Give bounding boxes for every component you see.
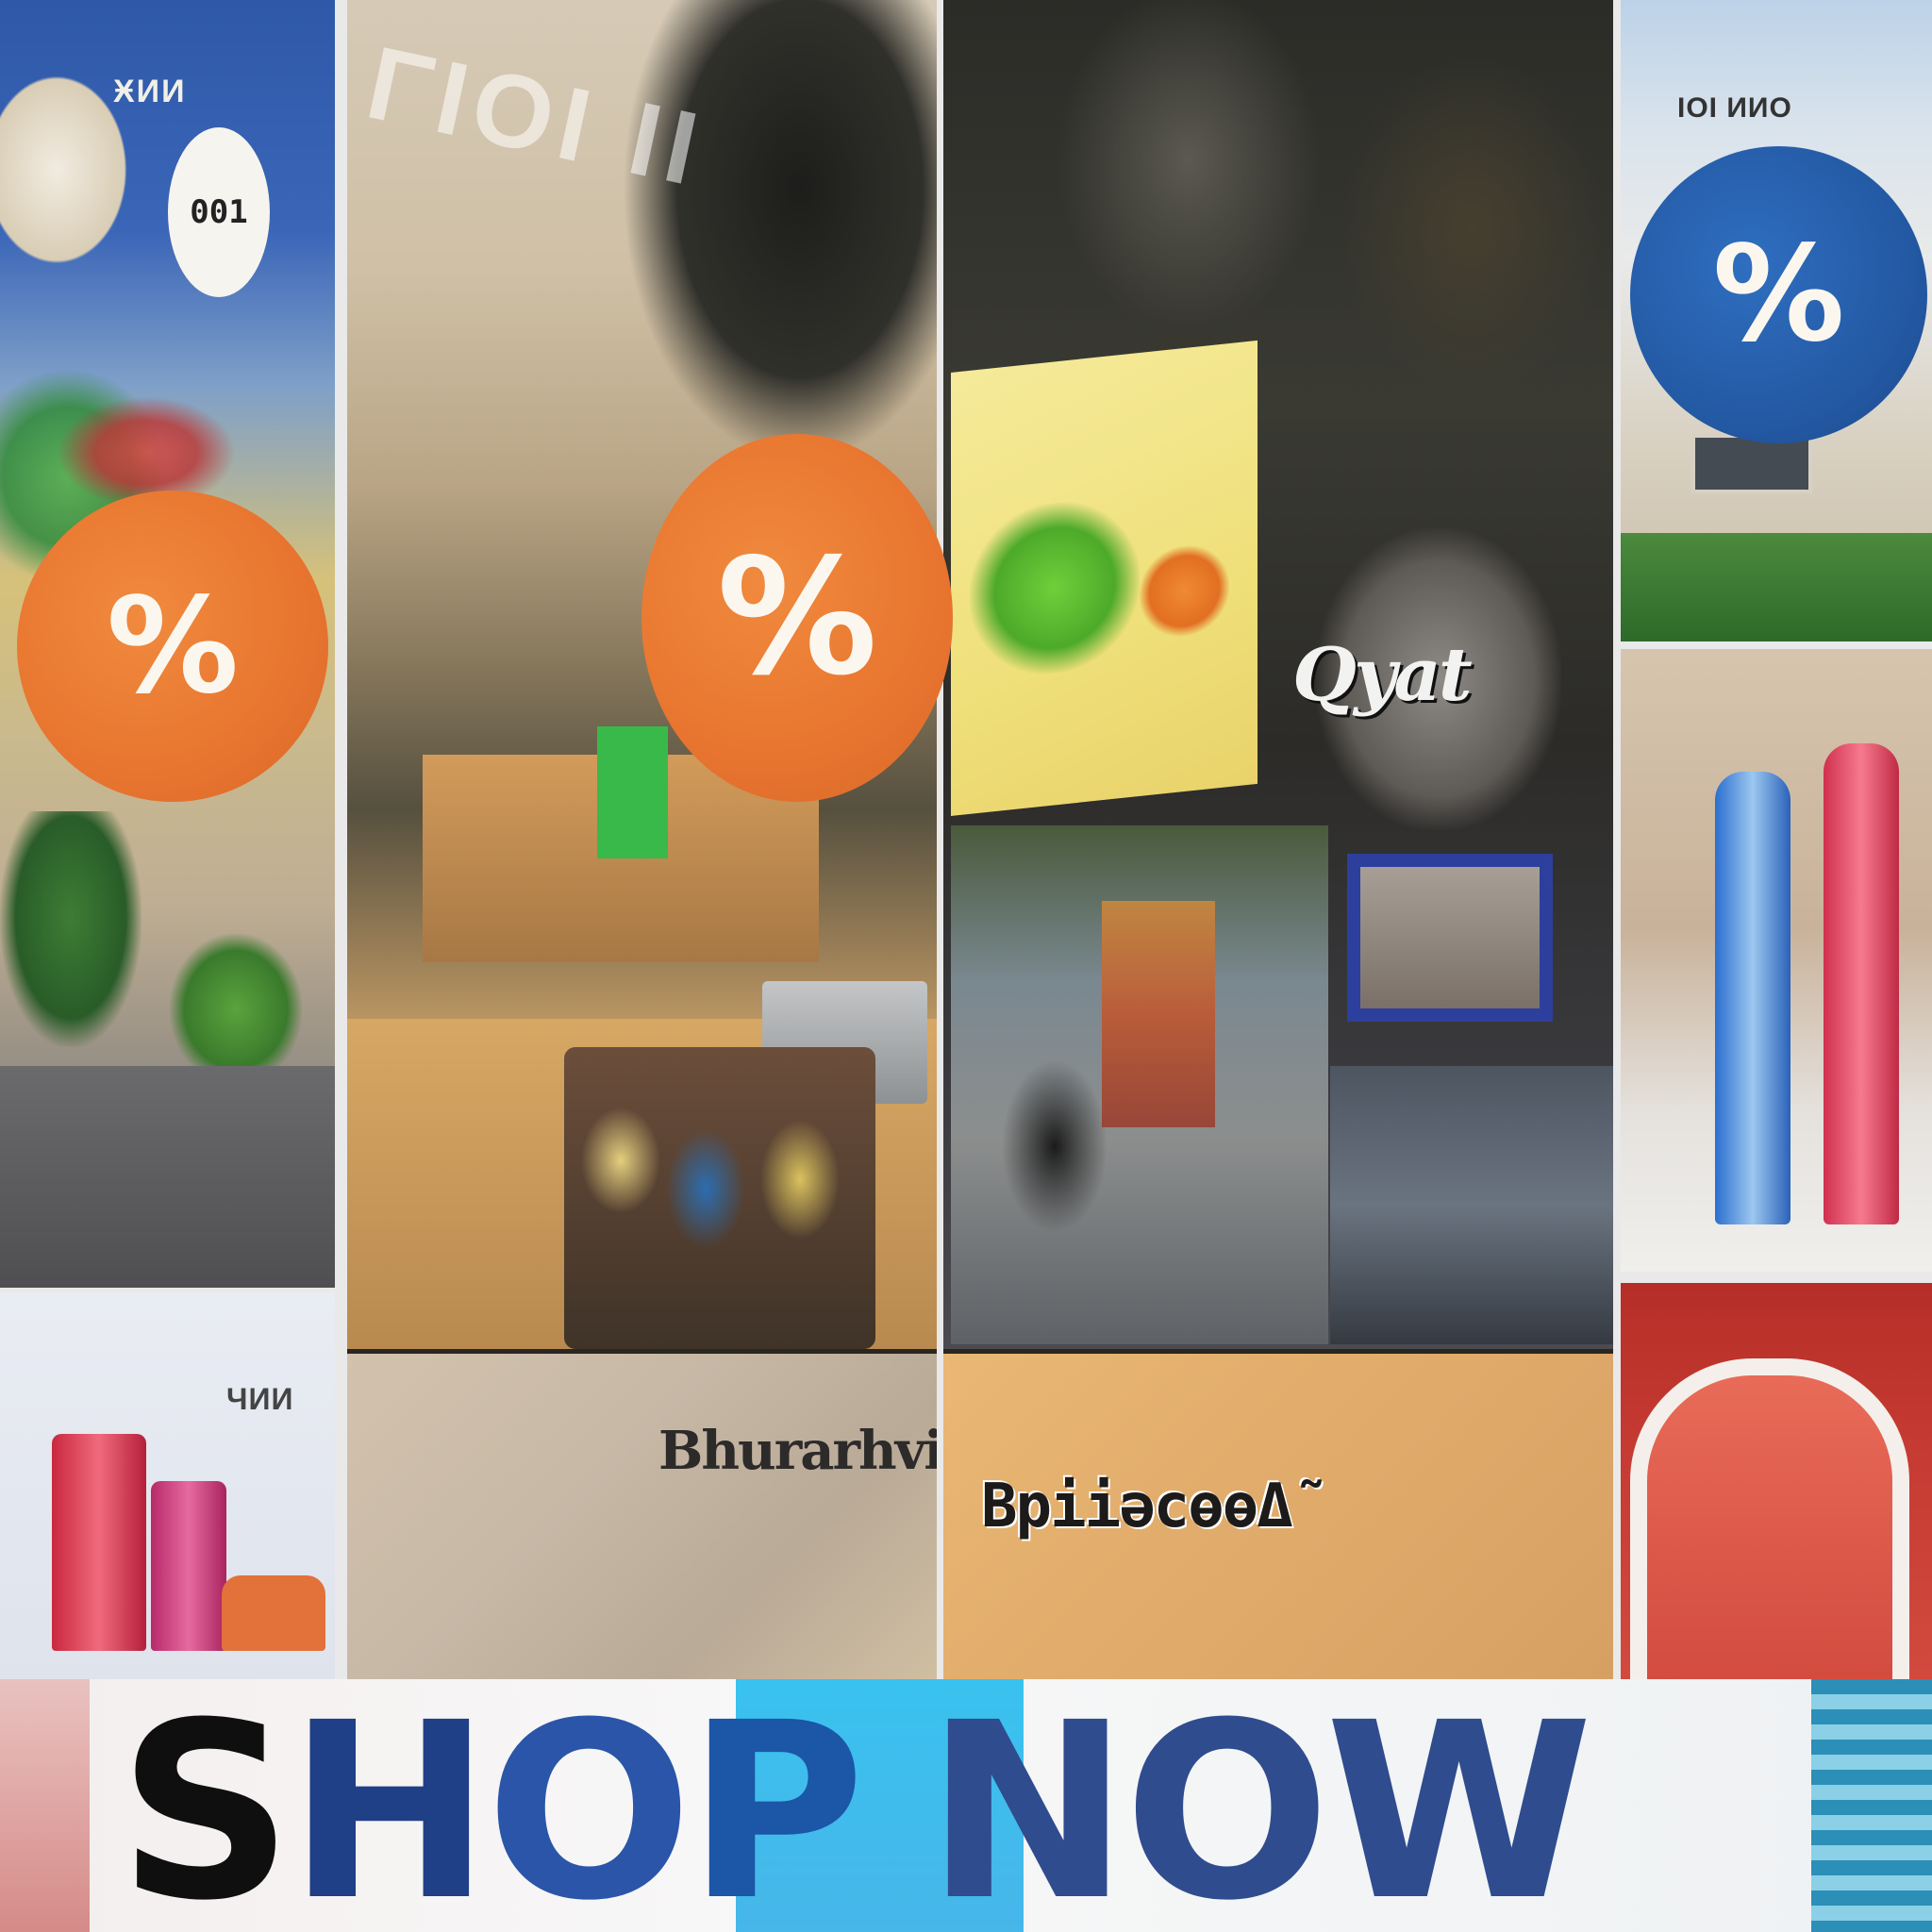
center-right-sign-panel: BpііәсөөΔ̃ [943,1354,1613,1679]
panel-divider [1613,0,1621,1679]
now-word: NOW [925,1671,1593,1932]
rooftops [1330,1066,1613,1344]
left-top-sign: ӾИИ [113,74,187,109]
perfume-bottle [151,1481,226,1651]
shop-word: SHOP [118,1671,865,1932]
shop-now-banner[interactable]: SHOP NOW [0,1679,1932,1932]
pink-bottle [1824,743,1899,1224]
orange-graphic [1140,541,1229,641]
bush [170,934,302,1085]
store-name-sign: Bhurarhvin [658,1420,937,1482]
product-shelf [1102,901,1215,1127]
banner-left-strip [0,1679,90,1932]
right-mid-panel [1621,649,1932,1272]
shop-now-text[interactable]: SHOP NOW [118,1690,1593,1932]
panel-divider [1621,641,1932,649]
clothing-stall [564,1047,875,1349]
yellow-poster-board [951,340,1257,816]
letter-h: H [287,1671,491,1932]
display-screen [1347,854,1553,1022]
faded-sign-text: ΓΙΟΙ ΙΙ [358,24,715,209]
panel-divider [335,0,347,1679]
right-bottom-panel [1621,1283,1932,1679]
discount-badge: % [17,491,328,802]
discount-badge: % [641,434,953,802]
store-name-sign: BpііәсөөΔ̃ [981,1472,1293,1541]
product-box [222,1575,325,1651]
panel-divider [1621,1272,1932,1283]
panel-divider [937,0,943,1679]
perfume-bottle [52,1434,146,1651]
leaf-graphic [970,493,1140,682]
panel-divider [0,1288,335,1292]
letter-s: S [118,1671,293,1932]
letter-p: P [687,1671,865,1932]
center-left-sign-panel: Bhurarhvin [347,1354,937,1679]
store-interior [951,825,1328,1344]
letter-o: O [485,1671,692,1932]
left-bottom-sign: ЧИИ [226,1382,294,1416]
grass [1621,533,1932,641]
right-top-sign: ΙΟΙ ИИО [1677,92,1792,124]
tree [0,811,142,1047]
green-shop-sign [597,726,668,858]
discount-badge: % [1630,146,1927,443]
blue-bottle [1715,772,1790,1224]
banner-right-strip [1811,1679,1932,1932]
price-tag: 001 [168,127,270,297]
road [0,1066,335,1288]
building-window [1691,434,1812,493]
shop-collage: ӾИИ 001 ЧИИ ΓΙΟΙ ΙΙ Bhurarhvin Qyat Bpіі… [0,0,1932,1932]
handwritten-sign: Qyat [1292,632,1473,718]
shop-arch [1630,1358,1909,1679]
